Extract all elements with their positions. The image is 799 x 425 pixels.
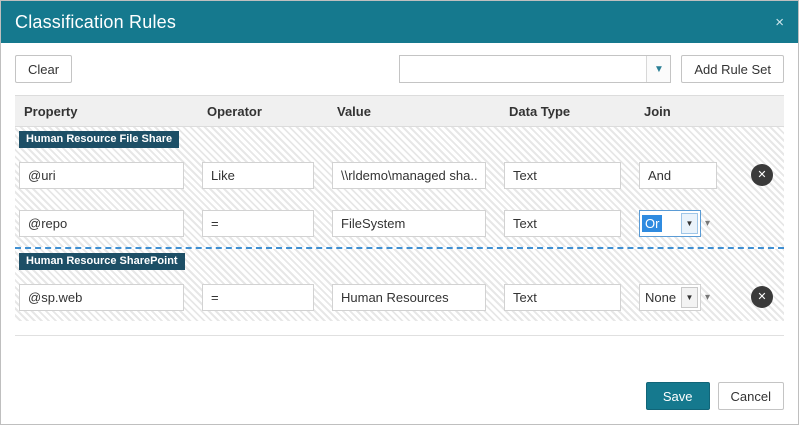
operator-field[interactable] (202, 162, 314, 189)
group-header: Human Resource File Share (15, 127, 784, 151)
column-header-property: Property (15, 104, 198, 119)
property-field[interactable] (19, 284, 184, 311)
chevron-down-icon: ▼ (654, 64, 664, 75)
join-selected-value: None (640, 290, 681, 305)
rule-group-sharepoint: Human Resource SharePoint None ▼ ▾ (15, 249, 784, 321)
clear-button[interactable]: Clear (15, 55, 72, 83)
column-header-operator: Operator (198, 104, 328, 119)
join-select[interactable]: Or ▼ (639, 210, 701, 237)
delete-rule-button[interactable]: ✕ (751, 164, 773, 186)
rules-table: Property Operator Value Data Type Join H… (15, 95, 784, 321)
join-field[interactable] (639, 162, 717, 189)
delete-circle-icon: ✕ (757, 169, 766, 181)
column-header-value: Value (328, 104, 500, 119)
table-row: ✕ (15, 151, 784, 199)
delete-circle-icon: ✕ (757, 291, 766, 303)
dialog-title: Classification Rules (15, 12, 176, 33)
operator-field[interactable] (202, 210, 314, 237)
chevron-down-icon[interactable]: ▼ (681, 287, 698, 308)
chevron-down-icon[interactable]: ▾ (705, 218, 710, 229)
cancel-button[interactable]: Cancel (718, 382, 784, 410)
group-badge: Human Resource File Share (19, 131, 179, 148)
dialog-titlebar: Classification Rules × (1, 1, 798, 43)
column-header-data-type: Data Type (500, 104, 635, 119)
value-field[interactable] (332, 284, 486, 311)
chevron-down-icon[interactable]: ▼ (681, 213, 698, 234)
rule-set-combobox[interactable]: ▼ (399, 55, 671, 83)
dialog-body: Clear ▼ Add Rule Set Property Operator V… (1, 43, 798, 424)
column-header-join: Join (635, 104, 740, 119)
toolbar: Clear ▼ Add Rule Set (15, 55, 784, 83)
join-selected-value: Or (642, 215, 662, 232)
save-button[interactable]: Save (646, 382, 710, 410)
table-row: None ▼ ▾ ✕ (15, 273, 784, 321)
data-type-field[interactable] (504, 284, 621, 311)
table-row: Or ▼ ▾ (15, 199, 784, 247)
rule-group-file-share: Human Resource File Share ✕ (15, 127, 784, 247)
data-type-field[interactable] (504, 162, 621, 189)
operator-field[interactable] (202, 284, 314, 311)
value-field[interactable] (332, 210, 486, 237)
value-field[interactable] (332, 162, 486, 189)
join-select[interactable]: None ▼ (639, 284, 701, 311)
chevron-down-icon[interactable]: ▾ (705, 292, 710, 303)
add-rule-set-button[interactable]: Add Rule Set (681, 55, 784, 83)
table-header-row: Property Operator Value Data Type Join (15, 95, 784, 127)
close-icon[interactable]: × (775, 15, 784, 30)
group-header: Human Resource SharePoint (15, 249, 784, 273)
property-field[interactable] (19, 162, 184, 189)
data-type-field[interactable] (504, 210, 621, 237)
rule-set-input[interactable] (400, 56, 646, 82)
classification-rules-dialog: Classification Rules × Clear ▼ Add Rule … (0, 0, 799, 425)
dialog-footer: Save Cancel (15, 382, 784, 424)
footer-divider (15, 335, 784, 336)
delete-rule-button[interactable]: ✕ (751, 286, 773, 308)
rule-set-dropdown-button[interactable]: ▼ (646, 56, 670, 82)
group-badge: Human Resource SharePoint (19, 253, 185, 270)
property-field[interactable] (19, 210, 184, 237)
